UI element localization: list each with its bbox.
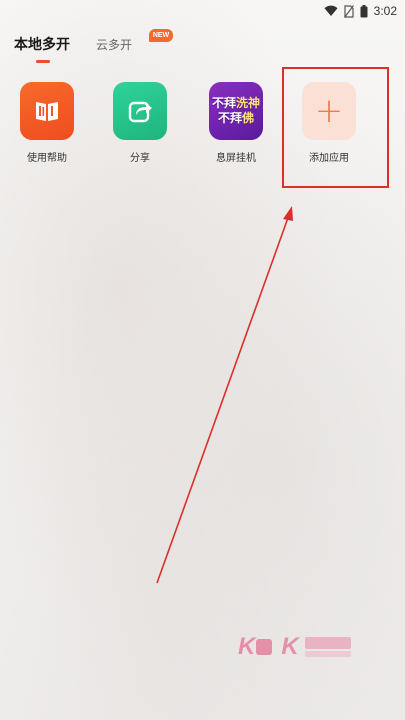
status-icons: 3:02 — [324, 4, 397, 18]
status-time: 3:02 — [373, 4, 397, 18]
tab-bar: 本地多开 云多开 NEW — [14, 29, 391, 64]
icon-text: 佛 — [242, 111, 255, 125]
no-sim-icon — [343, 4, 354, 18]
icon-text: 神 — [248, 96, 261, 110]
app-share[interactable]: 分享 — [100, 82, 180, 164]
tab-local-multi-open[interactable]: 本地多开 — [14, 34, 70, 54]
app-label: 使用帮助 — [27, 153, 67, 164]
icon-text: 洗 — [235, 96, 248, 110]
wifi-icon — [324, 5, 338, 16]
app-label: 分享 — [130, 153, 150, 164]
icon-text: 不拜 — [217, 111, 242, 125]
app-help[interactable]: 使用帮助 — [7, 82, 87, 164]
watermark-logo: K K — [238, 633, 351, 661]
active-tab-indicator — [36, 60, 50, 63]
annotation-highlight-box — [282, 67, 389, 188]
share-icon — [113, 82, 167, 140]
book-icon — [20, 82, 74, 140]
app-label: 息屏挂机 — [216, 153, 256, 164]
app-screen-off-idle[interactable]: 不拜洗神 不拜佛 息屏挂机 — [196, 82, 276, 164]
battery-icon — [360, 4, 368, 17]
status-bar: 3:02 — [0, 0, 405, 24]
icon-text: 不拜 — [211, 96, 236, 110]
tab-cloud-multi-open[interactable]: 云多开 — [96, 36, 132, 53]
screen-off-idle-icon: 不拜洗神 不拜佛 — [209, 82, 263, 140]
new-badge: NEW — [149, 29, 173, 42]
